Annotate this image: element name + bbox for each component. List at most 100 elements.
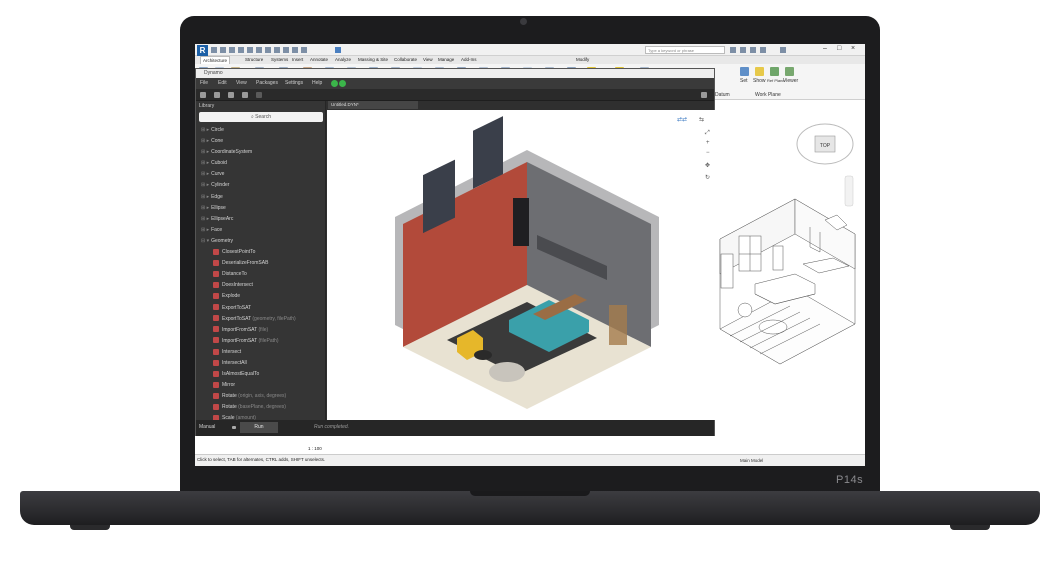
chevron-right-icon[interactable]: ⊞ ▸ [201, 182, 209, 188]
subscription-icon[interactable] [740, 47, 746, 53]
new-file-icon[interactable] [200, 92, 206, 98]
library-item[interactable]: ImportFromSAT (file) [196, 325, 325, 336]
notification-icon[interactable] [331, 80, 338, 87]
chevron-right-icon[interactable]: ⊞ ▸ [201, 127, 209, 133]
revit-logo[interactable]: R [197, 45, 208, 56]
ref-plane-icon[interactable] [770, 67, 779, 76]
workspace-tab[interactable]: Untitled.DYN* [328, 101, 418, 109]
library-search-input[interactable]: ⌕ Search [199, 112, 323, 122]
library-list: ⊞ ▸ Circle ⊞ ▸ Cone ⊞ ▸ CoordinateSystem ⊞ ▸ Cu… [196, 125, 325, 420]
chevron-right-icon[interactable]: ⊞ ▸ [201, 216, 209, 222]
active-model[interactable]: Main Model [740, 458, 763, 463]
redo-icon[interactable] [256, 92, 262, 98]
chevron-right-icon[interactable]: ⊞ ▸ [201, 149, 209, 155]
viewer-icon[interactable] [785, 67, 794, 76]
library-item[interactable]: IsAlmostEqualTo [196, 369, 325, 380]
set-work-plane-icon[interactable] [740, 67, 749, 76]
save-icon[interactable] [220, 47, 226, 53]
run-mode-select[interactable]: Manual [199, 424, 215, 430]
library-item[interactable]: ⊞ ▸ Edge [196, 192, 325, 203]
chevron-down-icon[interactable]: ⊟ ▾ [201, 238, 209, 244]
chevron-right-icon[interactable]: ⊞ ▸ [201, 160, 209, 166]
open-icon[interactable] [211, 47, 217, 53]
library-item[interactable]: ClosestPointTo [196, 247, 325, 258]
navigation-bar[interactable] [844, 175, 854, 207]
viewcube[interactable]: TOP [796, 123, 854, 165]
print-icon[interactable] [247, 47, 253, 53]
revit-search-input[interactable]: Type a keyword or phrase [645, 46, 725, 54]
library-item[interactable]: ⊞ ▸ Face [196, 225, 325, 236]
menu-file[interactable]: File [200, 80, 208, 86]
minimize-button[interactable]: – [823, 45, 827, 52]
undo-icon[interactable] [229, 47, 235, 53]
library-item[interactable]: ⊞ ▸ EllipseArc [196, 214, 325, 225]
chevron-right-icon[interactable]: ⊞ ▸ [201, 205, 209, 211]
library-item[interactable]: ExportToSAT (geometry, filePath) [196, 314, 325, 325]
library-item[interactable]: DistanceTo [196, 269, 325, 280]
library-item[interactable]: Explode [196, 291, 325, 302]
menu-settings[interactable]: Settings [285, 80, 303, 86]
maximize-button[interactable]: □ [837, 45, 841, 52]
library-item[interactable]: ⊞ ▸ CoordinateSystem [196, 147, 325, 158]
library-item[interactable]: ⊞ ▸ Cuboid [196, 158, 325, 169]
library-item[interactable]: Rotate (basePlane, degrees) [196, 402, 325, 413]
tab-modify[interactable]: Modify [576, 56, 589, 64]
library-item[interactable]: Mirror [196, 380, 325, 391]
library-item[interactable]: ⊞ ▸ Curve [196, 169, 325, 180]
library-item[interactable]: DeserializeFromSAB [196, 258, 325, 269]
save-file-icon[interactable] [228, 92, 234, 98]
tab-collaborate[interactable]: Collaborate [394, 56, 417, 64]
revit-3d-view[interactable]: TOP [715, 104, 860, 449]
library-item[interactable]: ⊞ ▸ Cone [196, 136, 325, 147]
chevron-right-icon[interactable]: ⊞ ▸ [201, 138, 209, 144]
tab-massing-site[interactable]: Massing & Site [358, 56, 388, 64]
3d-view-icon[interactable] [274, 47, 280, 53]
help-icon[interactable] [780, 47, 786, 53]
communication-icon[interactable] [750, 47, 756, 53]
dynamo-canvas[interactable]: ⇄⇄ ⇆ ⤢ + − ✥ ↻ [327, 110, 715, 420]
library-item[interactable]: ⊞ ▸ Ellipse [196, 203, 325, 214]
library-item[interactable]: ⊟ ▾ Geometry [196, 236, 325, 247]
switch-windows-icon[interactable] [335, 47, 341, 53]
tab-annotate[interactable]: Annotate [310, 56, 328, 64]
tab-systems[interactable]: Systems [271, 56, 288, 64]
menu-packages[interactable]: Packages [256, 80, 278, 86]
library-item[interactable]: IntersectAll [196, 358, 325, 369]
user-icon[interactable] [760, 47, 766, 53]
chevron-right-icon[interactable]: ⊞ ▸ [201, 171, 209, 177]
chevron-right-icon[interactable]: ⊞ ▸ [201, 227, 209, 233]
view-scale[interactable]: 1 : 100 [308, 446, 322, 451]
library-item[interactable]: Rotate (origin, axis, degrees) [196, 391, 325, 402]
tab-add-ins[interactable]: Add-Ins [461, 56, 477, 64]
tab-view[interactable]: View [423, 56, 433, 64]
chevron-down-icon[interactable] [232, 426, 236, 429]
show-work-plane-icon[interactable] [755, 67, 764, 76]
chevron-right-icon[interactable]: ⊞ ▸ [201, 194, 209, 200]
library-item[interactable]: Intersect [196, 347, 325, 358]
thin-lines-icon[interactable] [292, 47, 298, 53]
user-status-icon[interactable] [339, 80, 346, 87]
search-icon[interactable] [730, 47, 736, 53]
open-file-icon[interactable] [214, 92, 220, 98]
tab-manage[interactable]: Manage [438, 56, 454, 64]
close-button[interactable]: × [851, 45, 855, 52]
section-icon[interactable] [283, 47, 289, 53]
tab-analyze[interactable]: Analyze [335, 56, 351, 64]
undo-icon[interactable] [242, 92, 248, 98]
library-item[interactable]: DoesIntersect [196, 280, 325, 291]
tab-insert[interactable]: Insert [292, 56, 303, 64]
library-item[interactable]: ⊞ ▸ Cylinder [196, 180, 325, 191]
library-item[interactable]: ⊞ ▸ Circle [196, 125, 325, 136]
measure-icon[interactable] [256, 47, 262, 53]
tab-structure[interactable]: Structure [245, 56, 263, 64]
menu-view[interactable]: View [236, 80, 247, 86]
menu-help[interactable]: Help [312, 80, 322, 86]
redo-icon[interactable] [238, 47, 244, 53]
library-item[interactable]: ExportToSAT [196, 303, 325, 314]
menu-edit[interactable]: Edit [218, 80, 227, 86]
run-button[interactable]: Run [240, 422, 278, 433]
library-item[interactable]: ImportFromSAT (filePath) [196, 336, 325, 347]
close-hidden-icon[interactable] [301, 47, 307, 53]
text-icon[interactable] [265, 47, 271, 53]
screenshot-icon[interactable] [701, 92, 707, 98]
